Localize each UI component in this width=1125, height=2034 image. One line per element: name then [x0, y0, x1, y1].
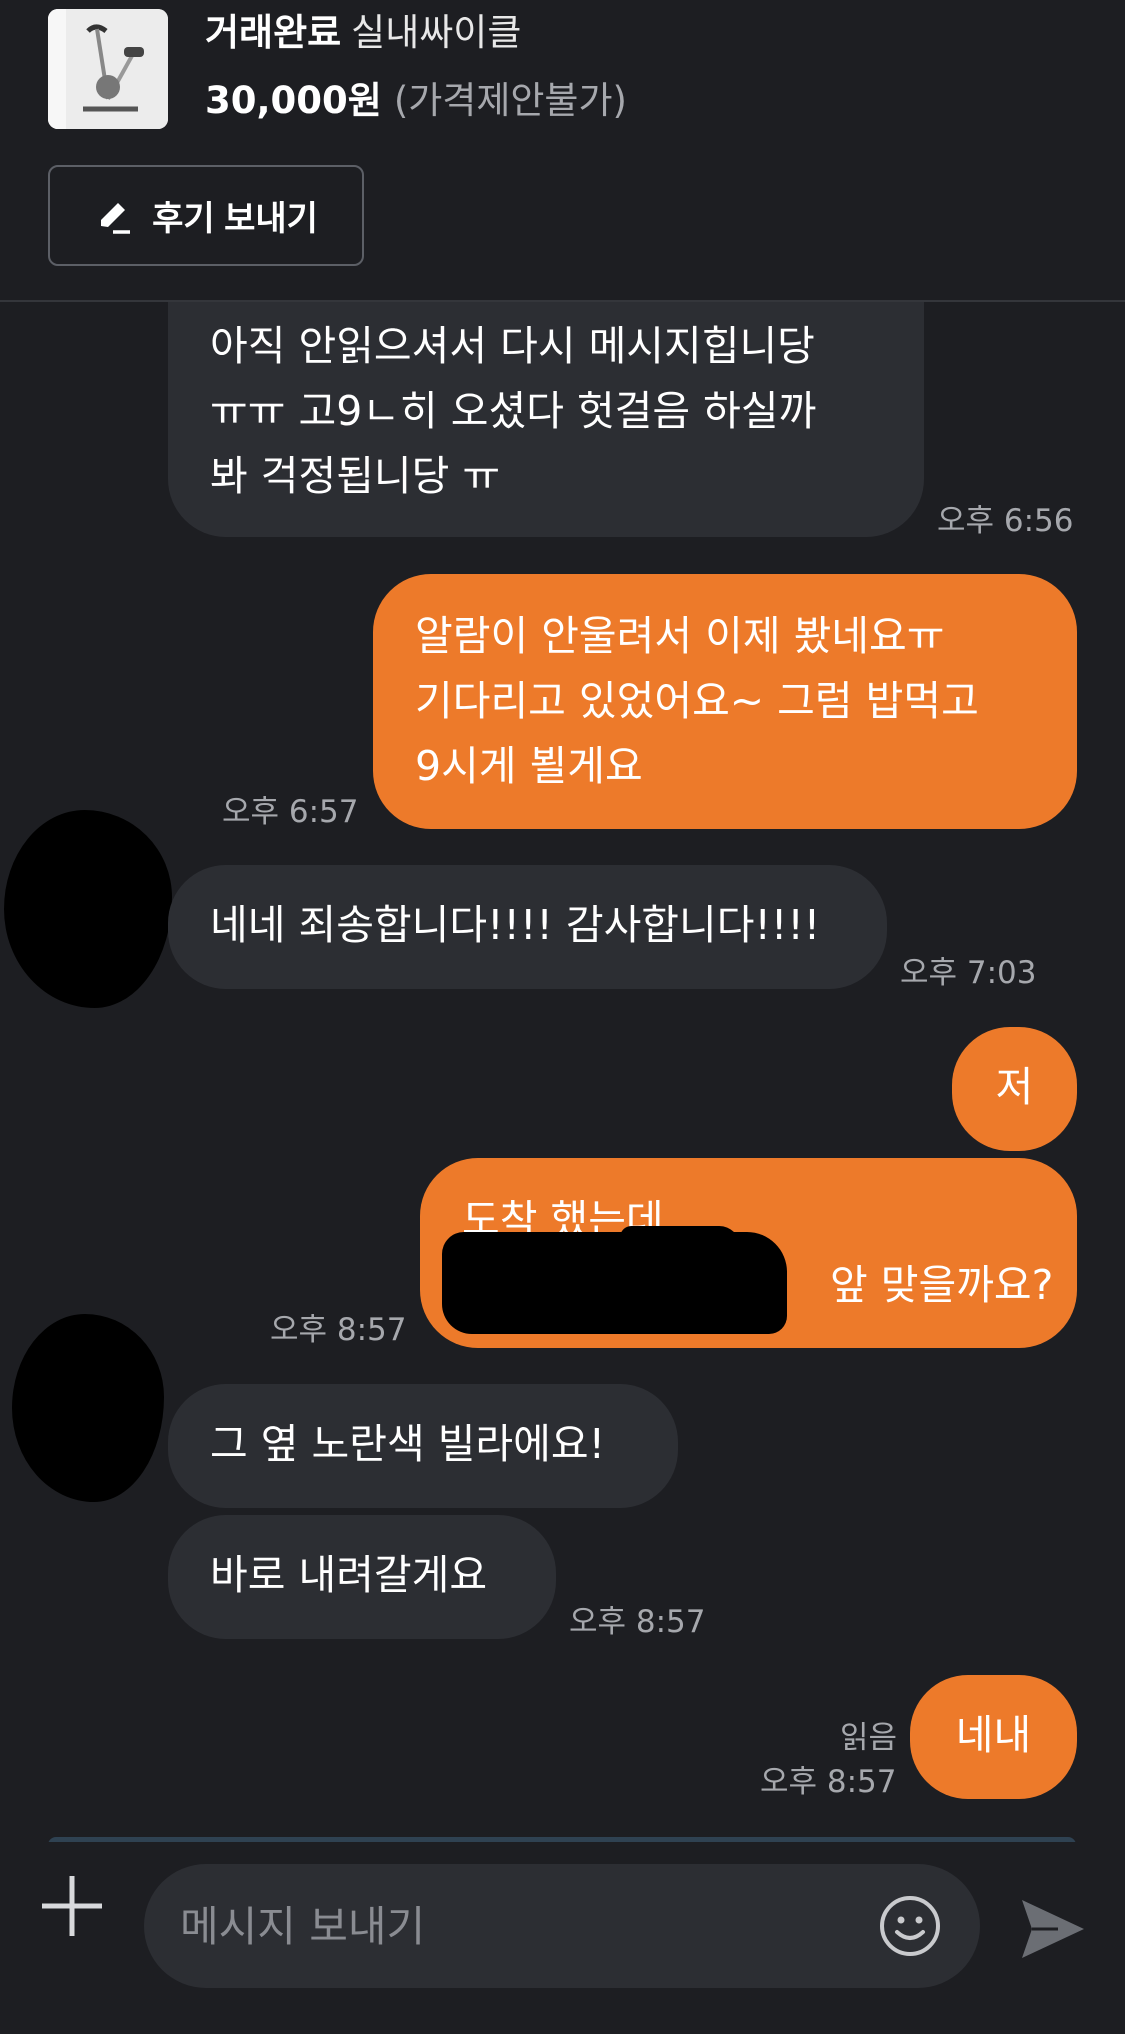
send-review-button[interactable]: 후기 보내기 [48, 165, 364, 266]
message-line: 네내 [955, 1711, 1032, 1759]
redacted-area [620, 1226, 740, 1256]
product-thumbnail[interactable] [48, 9, 168, 129]
message-bubble-outgoing[interactable]: 알람이 안울려서 이제 봤네요ㅠ 기다리고 있었어요~ 그럼 밥먹고 9시게 뵐… [373, 574, 1077, 829]
trade-status-line: 거래완료 실내싸이클 [205, 10, 521, 56]
message-bubble-outgoing[interactable]: 저 [952, 1027, 1077, 1151]
message-bubble-outgoing[interactable]: 네내 [910, 1675, 1077, 1799]
message-line: 알람이 안울려서 이제 봤네요ㅠ [415, 612, 945, 660]
message-time: 오후 7:03 [900, 955, 1037, 991]
message-bubble-incoming[interactable]: 아직 안읽으셔서 다시 메시지힙니당 ㅠㅠ 고9ㄴ히 오셨다 헛걸음 하실까 봐… [168, 302, 924, 537]
message-line: 기다리고 있었어요~ 그럼 밥먹고 [415, 677, 979, 725]
message-time: 오후 8:57 [760, 1764, 897, 1800]
send-review-label: 후기 보내기 [152, 200, 318, 238]
avatar[interactable] [4, 810, 172, 1008]
attach-button[interactable] [38, 1872, 106, 1940]
message-line: 아직 안읽으셔서 다시 메시지힙니당 [210, 322, 815, 370]
message-bubble-incoming[interactable]: 네네 죄송합니다!!!! 감사합니다!!!! [168, 865, 887, 989]
emoji-button[interactable] [878, 1894, 942, 1958]
pencil-icon [101, 202, 131, 234]
message-bubble-incoming[interactable]: 그 옆 노란색 빌라에요! [168, 1384, 678, 1508]
message-input-bar [0, 1842, 1125, 2034]
negotiation-note: (가격제안불가) [393, 79, 627, 122]
send-button[interactable] [1018, 1894, 1088, 1964]
message-time: 오후 8:57 [569, 1604, 706, 1640]
price-line: 30,000원 (가격제안불가) [205, 78, 627, 124]
exercise-bike-image [48, 9, 168, 129]
message-line: 바로 내려갈게요 [210, 1551, 488, 1599]
send-icon [1022, 1900, 1084, 1958]
emoji-icon [880, 1896, 940, 1956]
message-bubble-incoming[interactable]: 바로 내려갈게요 [168, 1515, 556, 1639]
message-time: 오후 8:57 [270, 1312, 407, 1348]
message-line: ㅠㅠ 고9ㄴ히 오셨다 헛걸음 하실까 [210, 387, 817, 435]
plus-icon [42, 1876, 102, 1936]
message-line: 저 [995, 1063, 1034, 1111]
message-field[interactable] [144, 1864, 980, 1988]
avatar[interactable] [12, 1314, 164, 1502]
chat-area[interactable]: 아직 안읽으셔서 다시 메시지힙니당 ㅠㅠ 고9ㄴ히 오셨다 헛걸음 하실까 봐… [0, 302, 1125, 1842]
message-line: 봐 걱정됩니당 ㅠ [210, 452, 501, 500]
trade-status: 거래완료 [205, 11, 342, 54]
message-line: 그 옆 노란색 빌라에요! [210, 1420, 606, 1468]
message-line: 9시게 뵐게요 [415, 742, 643, 790]
item-name: 실내싸이클 [351, 11, 522, 54]
product-header: 거래완료 실내싸이클 30,000원 (가격제안불가) 후기 보내기 [0, 0, 1125, 302]
price: 30,000원 [205, 79, 382, 122]
message-input[interactable] [180, 1864, 860, 1988]
message-line: 네네 죄송합니다!!!! 감사합니다!!!! [210, 901, 821, 949]
read-receipt: 읽음 [840, 1720, 898, 1756]
message-time: 오후 6:57 [222, 794, 359, 830]
message-line: 앞 맞을까요? [830, 1261, 1054, 1309]
message-time: 오후 6:56 [937, 503, 1074, 539]
